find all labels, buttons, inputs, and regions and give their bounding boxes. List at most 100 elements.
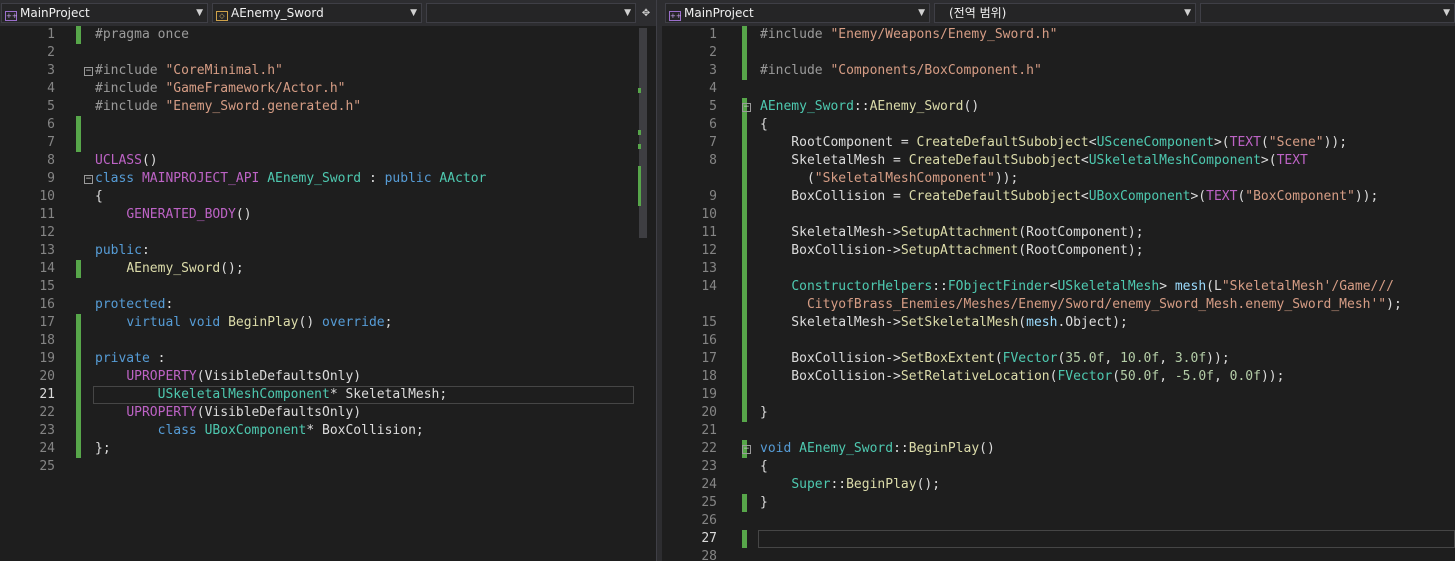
code-line[interactable]: 12 BoxCollision->SetupAttachment(RootCom… (662, 242, 1455, 260)
code-line[interactable]: 7 RootComponent = CreateDefaultSubobject… (662, 134, 1455, 152)
line-number: 5 (47, 99, 55, 114)
line-number: 1 (709, 27, 717, 42)
split-window-icon[interactable]: ✥ (638, 4, 654, 22)
change-marker (742, 296, 747, 314)
line-number: 9 (709, 189, 717, 204)
code-line[interactable]: 14 AEnemy_Sword(); (0, 260, 656, 278)
code-line[interactable]: 17 virtual void BeginPlay() override; (0, 314, 656, 332)
code-line[interactable]: 3 #include "Components/BoxComponent.h" (662, 62, 1455, 80)
code-text: SkeletalMesh->SetupAttachment(RootCompon… (760, 225, 1144, 240)
scroll-change-marker (638, 130, 641, 135)
code-line[interactable]: 11 GENERATED_BODY() (0, 206, 656, 224)
code-line[interactable]: 25} (662, 494, 1455, 512)
code-line[interactable]: ("SkeletalMeshComponent")); (662, 170, 1455, 188)
line-number: 25 (701, 495, 717, 510)
line-number: 8 (709, 153, 717, 168)
scope-dropdown[interactable]: (전역 범위) ▼ (934, 3, 1196, 23)
vertical-scrollbar[interactable] (636, 26, 649, 561)
code-line[interactable]: 13 public: (0, 242, 656, 260)
code-line[interactable]: 1 #include "Enemy/Weapons/Enemy_Sword.h" (662, 26, 1455, 44)
collapse-icon[interactable]: − (84, 175, 93, 184)
code-line[interactable]: 15 (0, 278, 656, 296)
code-line[interactable]: 2 (0, 44, 656, 62)
header-editor-pane[interactable]: ++ MainProject ▼ ◇ AEnemy_Sword ▼ ▼ ✥ 1 #pr… (0, 0, 656, 561)
change-marker (742, 134, 747, 152)
change-marker (76, 350, 81, 368)
code-line[interactable]: 8 SkeletalMesh = CreateDefaultSubobject<… (662, 152, 1455, 170)
code-line[interactable]: 23 class UBoxComponent* BoxCollision; (0, 422, 656, 440)
code-line[interactable]: 14 ConstructorHelpers::FObjectFinder<USk… (662, 278, 1455, 296)
code-line[interactable]: 21 USkeletalMeshComponent* SkeletalMesh; (0, 386, 656, 404)
code-line[interactable]: 4 #include "GameFramework/Actor.h" (0, 80, 656, 98)
code-text: virtual void BeginPlay() override; (126, 315, 393, 330)
code-text: #include "CoreMinimal.h" (95, 63, 283, 78)
code-line[interactable]: 26 (662, 512, 1455, 530)
project-dropdown[interactable]: ++ MainProject ▼ (1, 3, 208, 23)
code-line[interactable]: 23 { (662, 458, 1455, 476)
source-editor-pane[interactable]: ++ MainProject ▼ (전역 범위) ▼ ▼ 1 #include "E… (662, 0, 1455, 561)
code-line[interactable]: 22 − void AEnemy_Sword::BeginPlay() (662, 440, 1455, 458)
code-line[interactable]: 7 (0, 134, 656, 152)
code-line[interactable]: 10 (662, 206, 1455, 224)
code-line[interactable]: CityofBrass_Enemies/Meshes/Enemy/Sword/e… (662, 296, 1455, 314)
code-line[interactable]: 18 BoxCollision->SetRelativeLocation(FVe… (662, 368, 1455, 386)
code-line[interactable]: 19 (662, 386, 1455, 404)
code-line[interactable]: 16 protected: (0, 296, 656, 314)
code-line[interactable]: 24}; (0, 440, 656, 458)
member-dropdown[interactable]: ▼ (1200, 3, 1455, 23)
project-dropdown[interactable]: ++ MainProject ▼ (665, 3, 930, 23)
change-marker (76, 134, 81, 152)
collapse-icon[interactable]: − (84, 67, 93, 76)
chevron-down-icon: ▼ (1443, 8, 1450, 18)
code-line[interactable]: 28 (662, 548, 1455, 561)
code-line[interactable]: 12 (0, 224, 656, 242)
line-number: 16 (39, 297, 55, 312)
scope-dropdown[interactable]: ◇ AEnemy_Sword ▼ (212, 3, 422, 23)
member-dropdown[interactable]: ▼ (426, 3, 636, 23)
code-line[interactable]: 24 Super::BeginPlay(); (662, 476, 1455, 494)
code-line[interactable]: 20 UPROPERTY(VisibleDefaultsOnly) (0, 368, 656, 386)
code-line[interactable]: 22 UPROPERTY(VisibleDefaultsOnly) (0, 404, 656, 422)
code-line[interactable]: 5 #include "Enemy_Sword.generated.h" (0, 98, 656, 116)
line-number: 11 (39, 207, 55, 222)
code-line[interactable]: 27 (662, 530, 1455, 548)
code-line[interactable]: 19 private : (0, 350, 656, 368)
code-line[interactable]: 3 − #include "CoreMinimal.h" (0, 62, 656, 80)
line-number: 28 (701, 549, 717, 561)
line-number: 13 (701, 261, 717, 276)
code-line[interactable]: 17 BoxCollision->SetBoxExtent(FVector(35… (662, 350, 1455, 368)
collapse-icon[interactable]: − (742, 445, 751, 454)
code-line[interactable]: 9 − class MAINPROJECT_API AEnemy_Sword : p… (0, 170, 656, 188)
collapse-icon[interactable]: − (742, 103, 751, 112)
change-marker (742, 206, 747, 224)
code-line[interactable]: 25 (0, 458, 656, 476)
code-editor[interactable]: 1 #pragma once 2 3− #include "CoreMinimal.h"… (0, 26, 656, 561)
code-text: ConstructorHelpers::FObjectFinder<USkele… (791, 279, 1394, 294)
code-text: class MAINPROJECT_API AEnemy_Sword : pub… (95, 171, 487, 186)
code-line[interactable]: 13 (662, 260, 1455, 278)
code-line[interactable]: 6 (0, 116, 656, 134)
code-line[interactable]: 15 SkeletalMesh->SetSkeletalMesh(mesh.Ob… (662, 314, 1455, 332)
line-number: 9 (47, 171, 55, 186)
code-line[interactable]: 9 BoxCollision = CreateDefaultSubobject<… (662, 188, 1455, 206)
line-number: 27 (701, 531, 717, 546)
code-editor[interactable]: 1 #include "Enemy/Weapons/Enemy_Sword.h" 2… (662, 26, 1455, 561)
code-line[interactable]: 18 (0, 332, 656, 350)
code-line[interactable]: 8 UCLASS() (0, 152, 656, 170)
code-line[interactable]: 21 (662, 422, 1455, 440)
code-line[interactable]: 10 { (0, 188, 656, 206)
code-text: class UBoxComponent* BoxCollision; (157, 423, 424, 438)
code-text: RootComponent = CreateDefaultSubobject<U… (760, 135, 1348, 150)
code-line[interactable]: 1 #pragma once (0, 26, 656, 44)
code-text: UPROPERTY(VisibleDefaultsOnly) (126, 405, 362, 420)
line-number: 20 (701, 405, 717, 420)
code-line[interactable]: 20} (662, 404, 1455, 422)
code-line[interactable]: 16 (662, 332, 1455, 350)
code-line[interactable]: 11 SkeletalMesh->SetupAttachment(RootCom… (662, 224, 1455, 242)
code-line[interactable]: 6{ (662, 116, 1455, 134)
chevron-down-icon: ▼ (410, 8, 417, 18)
code-line[interactable]: 2 (662, 44, 1455, 62)
code-line[interactable]: 4 (662, 80, 1455, 98)
line-number: 15 (701, 315, 717, 330)
code-line[interactable]: 5 − AEnemy_Sword::AEnemy_Sword() (662, 98, 1455, 116)
